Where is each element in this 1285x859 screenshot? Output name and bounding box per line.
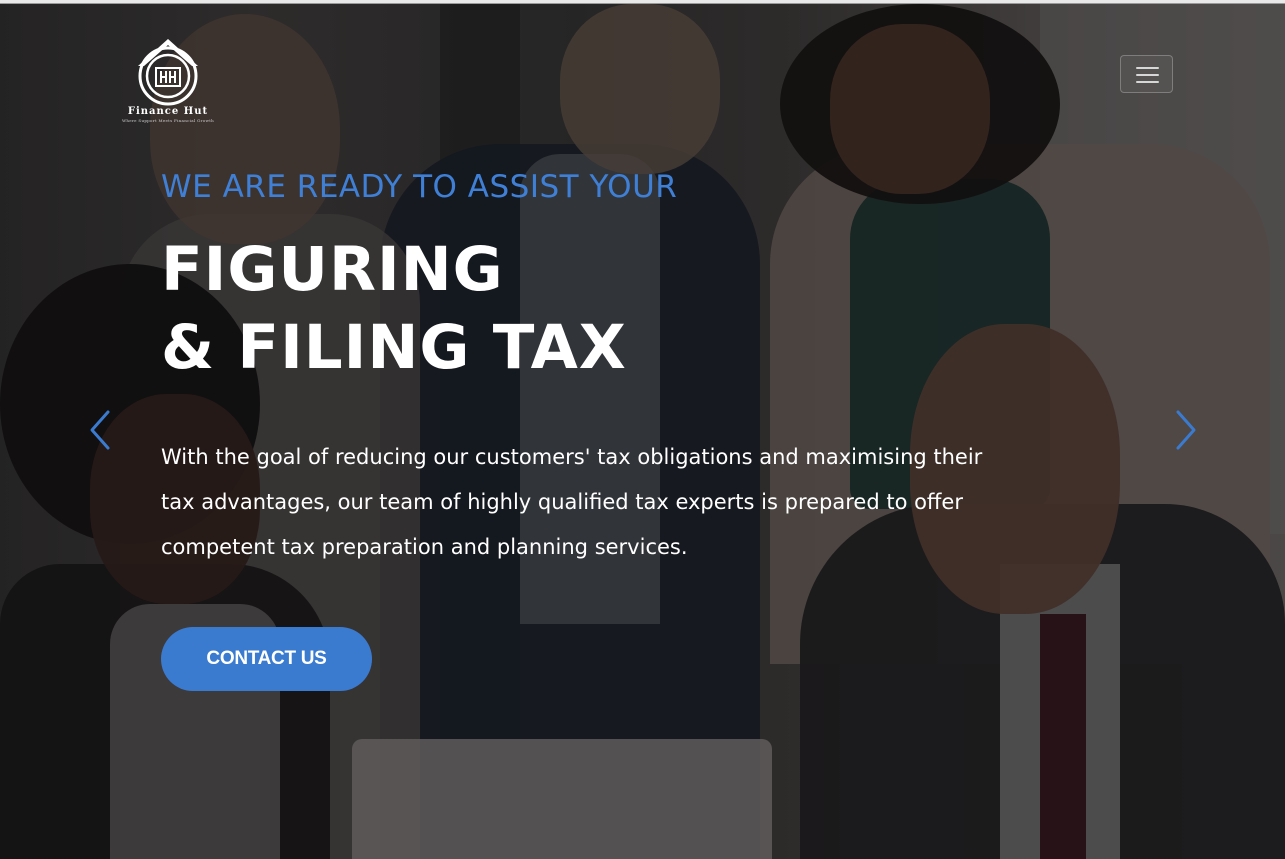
brand-logo[interactable]: Finance Hut Where Support Meets Financia… xyxy=(112,36,224,132)
hamburger-menu-button[interactable] xyxy=(1120,55,1173,93)
brand-tagline: Where Support Meets Financial Growth xyxy=(122,118,214,123)
top-border xyxy=(0,0,1285,4)
hamburger-line xyxy=(1136,81,1159,83)
house-logo-icon xyxy=(138,39,198,106)
hero-headline: FIGURING & FILING TAX xyxy=(161,231,1031,387)
carousel-next-button[interactable] xyxy=(1170,408,1200,452)
chevron-right-icon xyxy=(1176,410,1196,450)
hero-headline-line2: & FILING TAX xyxy=(161,312,627,383)
hero-kicker: WE ARE READY TO ASSIST YOUR xyxy=(161,169,678,205)
hero-headline-line1: FIGURING xyxy=(161,234,504,305)
brand-name: Finance Hut xyxy=(127,106,209,117)
carousel-prev-button[interactable] xyxy=(86,408,116,452)
chevron-left-icon xyxy=(90,410,110,450)
hamburger-line xyxy=(1136,74,1159,76)
hamburger-menu-icon xyxy=(1136,67,1159,69)
contact-us-button[interactable]: CONTACT US xyxy=(161,627,372,691)
hero-description: With the goal of reducing our customers'… xyxy=(161,445,983,559)
hero-content: WE ARE READY TO ASSIST YOUR FIGURING & F… xyxy=(161,165,1031,570)
